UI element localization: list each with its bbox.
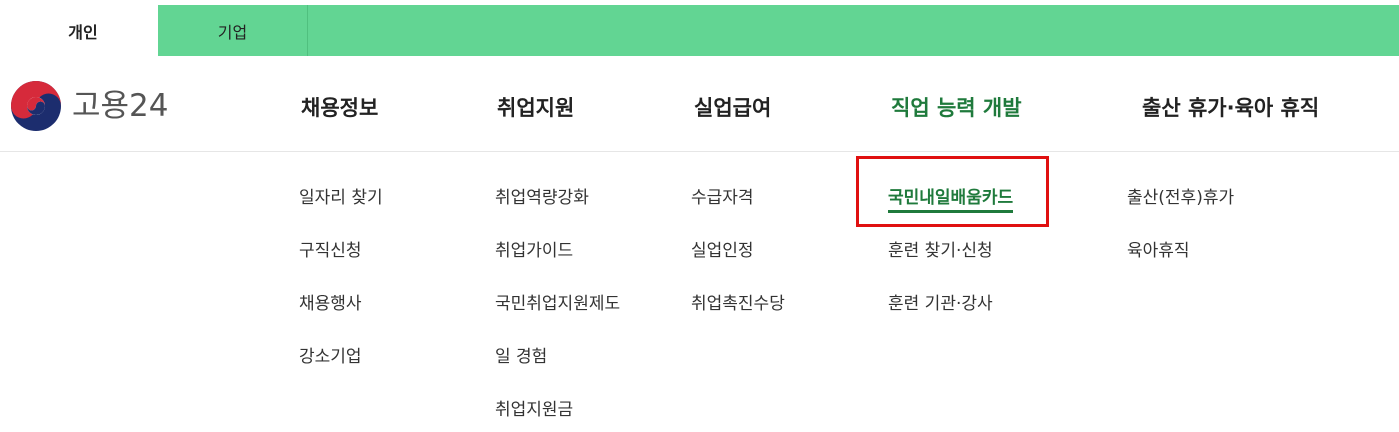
gnb-recruit-info[interactable]: 채용정보	[301, 92, 378, 122]
submenu-employment-subsidy[interactable]: 취업지원금	[495, 396, 620, 432]
submenu-job-search[interactable]: 일자리 찾기	[299, 184, 383, 237]
submenu-employment-guide[interactable]: 취업가이드	[495, 237, 620, 290]
submenu-col-recruit: 일자리 찾기 구직신청 채용행사 강소기업	[299, 184, 383, 396]
submenu-col-unemployment: 수급자격 실업인정 취업촉진수당	[691, 184, 785, 343]
site-header: 고용24 채용정보 취업지원 실업급여 직업 능력 개발 출산 휴가·육아 휴직	[0, 56, 1399, 152]
site-logo[interactable]: 고용24	[10, 80, 169, 132]
submenu-col-parental: 출산(전후)휴가 육아휴직	[1127, 184, 1234, 290]
submenu-naeil-learning-card-label: 국민내일배움카드	[888, 188, 1014, 213]
submenu-reemployment-allowance[interactable]: 취업촉진수당	[691, 290, 785, 343]
submenu-col-job-skills: 국민내일배움카드 훈련 찾기·신청 훈련 기관·강사	[888, 184, 1014, 343]
gnb-job-skills-development[interactable]: 직업 능력 개발	[891, 92, 1022, 122]
submenu-maternity-leave[interactable]: 출산(전후)휴가	[1127, 184, 1234, 237]
submenu-training-institutions-instructors[interactable]: 훈련 기관·강사	[888, 290, 1013, 343]
gnb-maternity-parental-leave[interactable]: 출산 휴가·육아 휴직	[1142, 92, 1319, 122]
submenu-work-experience[interactable]: 일 경험	[495, 343, 620, 396]
submenu-col-employment-support: 취업역량강화 취업가이드 국민취업지원제도 일 경험 취업지원금	[495, 184, 620, 432]
submenu-parental-leave[interactable]: 육아휴직	[1127, 237, 1234, 290]
submenu-national-employment-support[interactable]: 국민취업지원제도	[495, 290, 620, 343]
submenu-unemployment-recognition[interactable]: 실업인정	[691, 237, 785, 290]
tab-business[interactable]: 기업	[158, 5, 308, 56]
submenu-training-search-apply[interactable]: 훈련 찾기·신청	[888, 237, 1013, 290]
submenu-eligibility[interactable]: 수급자격	[691, 184, 785, 237]
logo-wordmark: 고용24	[72, 87, 169, 124]
submenu-job-application[interactable]: 구직신청	[299, 237, 383, 290]
submenu-small-giant-companies[interactable]: 강소기업	[299, 343, 383, 396]
gnb-unemployment-benefits[interactable]: 실업급여	[694, 92, 771, 122]
submenu-recruit-events[interactable]: 채용행사	[299, 290, 383, 343]
tab-personal[interactable]: 개인	[8, 5, 158, 56]
top-tab-bar: 개인 기업	[8, 5, 1399, 56]
taegeuk-emblem-icon	[11, 81, 61, 131]
submenu-naeil-learning-card[interactable]: 국민내일배움카드	[888, 184, 1014, 237]
gnb-employment-support[interactable]: 취업지원	[497, 92, 574, 122]
submenu-employability-enhancement[interactable]: 취업역량강화	[495, 184, 620, 237]
